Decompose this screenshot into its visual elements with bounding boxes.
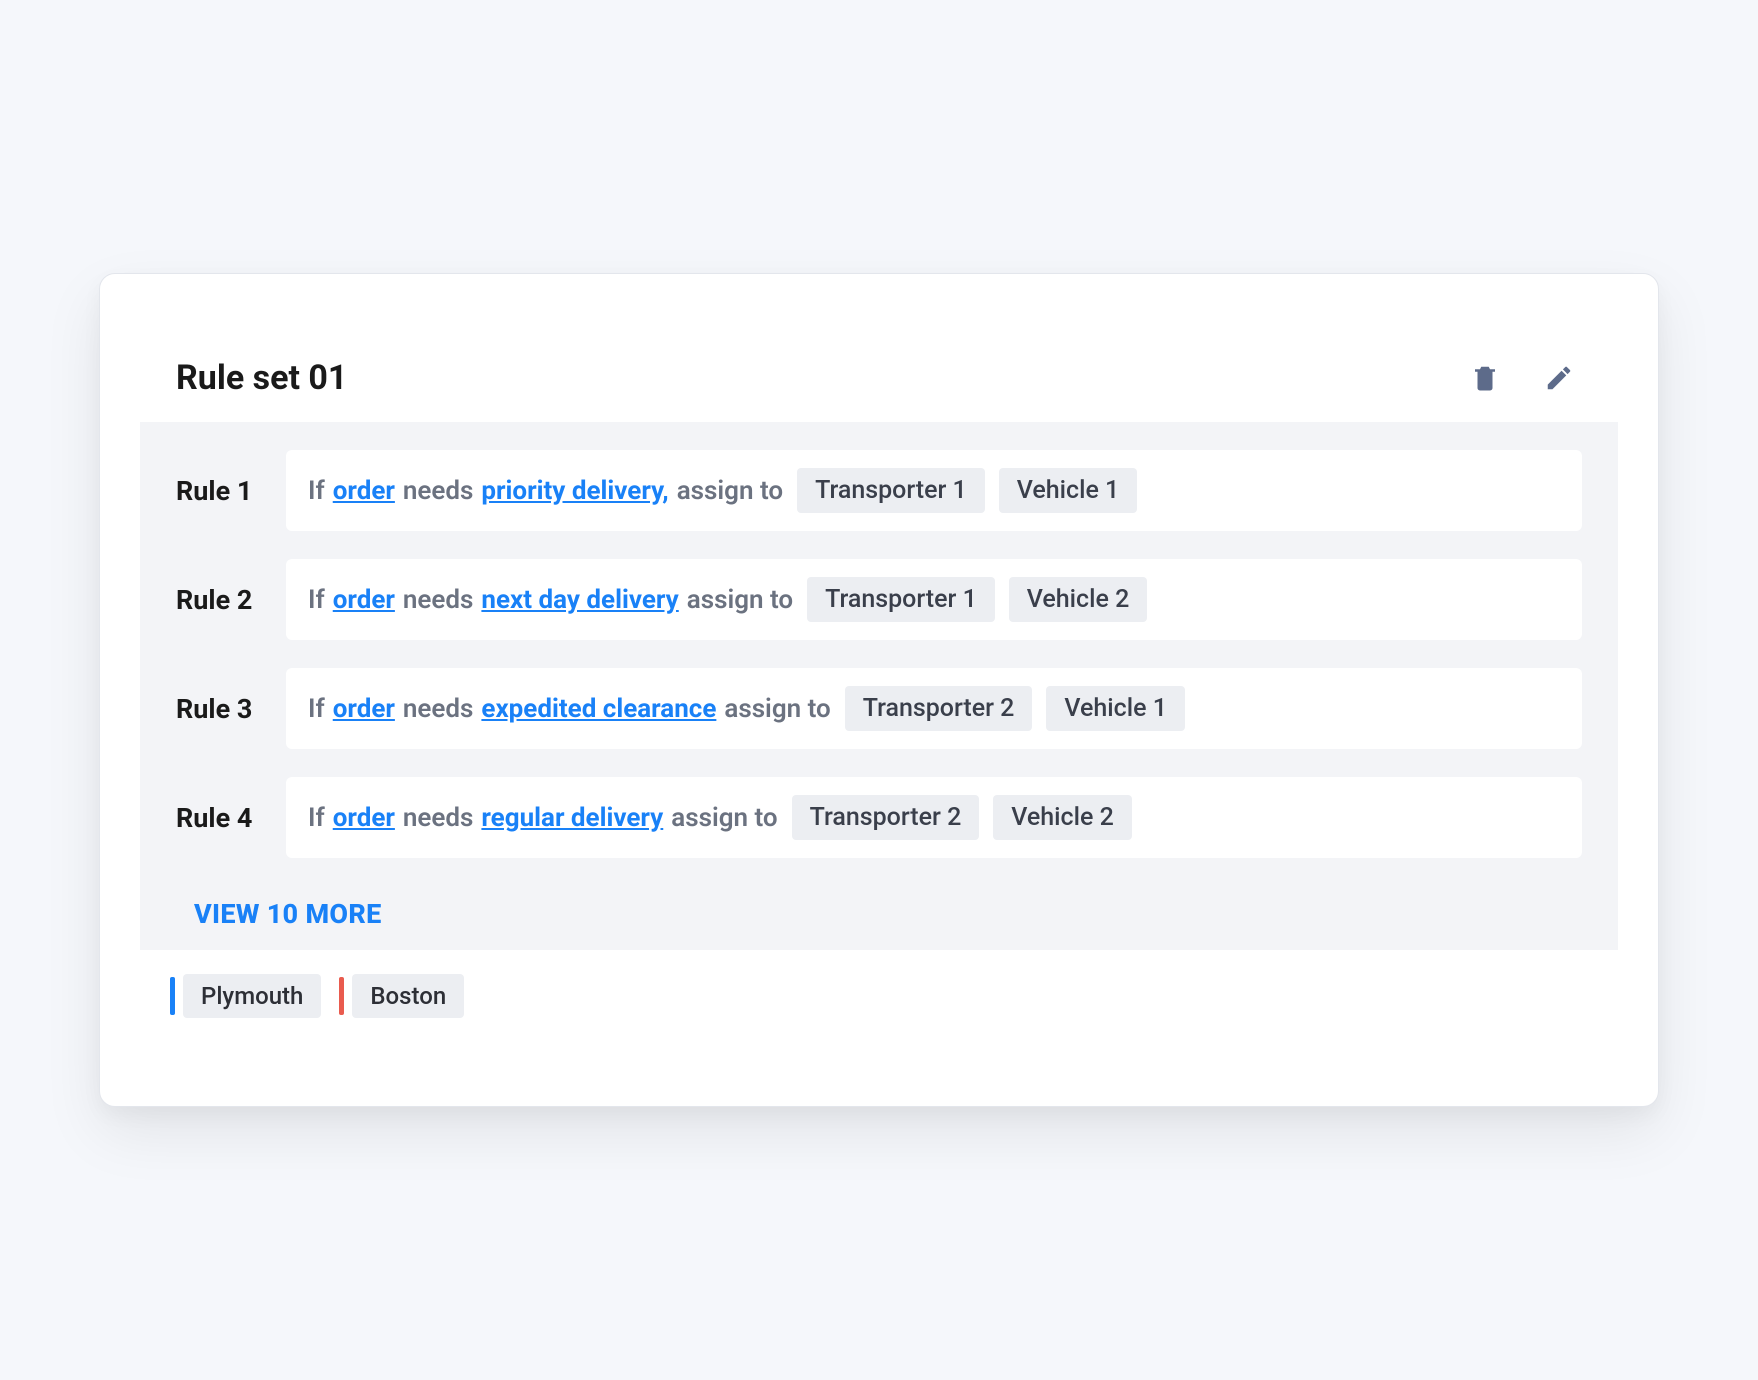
rule-assign: assign to bbox=[724, 694, 830, 724]
card-footer: Plymouth Boston bbox=[140, 950, 1618, 1046]
transporter-chip[interactable]: Transporter 2 bbox=[845, 686, 1033, 731]
rule-needs: needs bbox=[403, 476, 474, 506]
vehicle-chip[interactable]: Vehicle 2 bbox=[993, 795, 1132, 840]
rule-subject-link[interactable]: order bbox=[333, 585, 395, 615]
outer-panel: Rule set 01 Rule 1 If order needs priori… bbox=[99, 273, 1659, 1107]
location-chip[interactable]: Boston bbox=[339, 974, 464, 1018]
rule-assign: assign to bbox=[671, 803, 777, 833]
rule-subject-link[interactable]: order bbox=[333, 803, 395, 833]
rule-row: Rule 1 If order needs priority delivery,… bbox=[176, 450, 1582, 531]
rule-box: If order needs next day delivery assign … bbox=[286, 559, 1582, 640]
rule-assign: assign to bbox=[677, 476, 783, 506]
vehicle-chip[interactable]: Vehicle 2 bbox=[1009, 577, 1148, 622]
rule-row: Rule 4 If order needs regular delivery a… bbox=[176, 777, 1582, 858]
transporter-chip[interactable]: Transporter 2 bbox=[792, 795, 980, 840]
rule-condition-link[interactable]: expedited clearance bbox=[481, 694, 716, 724]
vehicle-chip[interactable]: Vehicle 1 bbox=[999, 468, 1138, 513]
rule-prefix: If bbox=[308, 694, 325, 724]
vehicle-chip[interactable]: Vehicle 1 bbox=[1046, 686, 1185, 731]
rule-set-title: Rule set 01 bbox=[176, 358, 347, 398]
rule-label: Rule 3 bbox=[176, 693, 262, 725]
rule-label: Rule 2 bbox=[176, 584, 262, 616]
rule-condition-link[interactable]: next day delivery bbox=[481, 585, 678, 615]
rule-subject-link[interactable]: order bbox=[333, 476, 395, 506]
location-label: Boston bbox=[352, 974, 464, 1018]
rule-label: Rule 1 bbox=[176, 475, 262, 507]
location-label: Plymouth bbox=[183, 974, 321, 1018]
rule-row: Rule 3 If order needs expedited clearanc… bbox=[176, 668, 1582, 749]
rule-box: If order needs expedited clearance assig… bbox=[286, 668, 1582, 749]
rule-condition-link[interactable]: regular delivery bbox=[481, 803, 663, 833]
rule-subject-link[interactable]: order bbox=[333, 694, 395, 724]
rule-condition-link[interactable]: priority delivery, bbox=[481, 476, 668, 506]
rule-prefix: If bbox=[308, 585, 325, 615]
rule-box: If order needs regular delivery assign t… bbox=[286, 777, 1582, 858]
rule-label: Rule 4 bbox=[176, 802, 262, 834]
rule-set-card: Rule set 01 Rule 1 If order needs priori… bbox=[140, 334, 1618, 1046]
edit-icon[interactable] bbox=[1544, 363, 1574, 393]
transporter-chip[interactable]: Transporter 1 bbox=[807, 577, 995, 622]
rule-box: If order needs priority delivery, assign… bbox=[286, 450, 1582, 531]
trash-icon[interactable] bbox=[1470, 363, 1500, 393]
rule-needs: needs bbox=[403, 694, 474, 724]
header-actions bbox=[1470, 363, 1582, 393]
location-color-bar bbox=[339, 977, 344, 1015]
card-header: Rule set 01 bbox=[140, 334, 1618, 422]
rule-prefix: If bbox=[308, 476, 325, 506]
rules-body: Rule 1 If order needs priority delivery,… bbox=[140, 422, 1618, 950]
location-chip[interactable]: Plymouth bbox=[170, 974, 321, 1018]
transporter-chip[interactable]: Transporter 1 bbox=[797, 468, 985, 513]
rule-assign: assign to bbox=[687, 585, 793, 615]
rule-needs: needs bbox=[403, 803, 474, 833]
rule-row: Rule 2 If order needs next day delivery … bbox=[176, 559, 1582, 640]
location-color-bar bbox=[170, 977, 175, 1015]
rule-needs: needs bbox=[403, 585, 474, 615]
view-more-button[interactable]: VIEW 10 MORE bbox=[176, 886, 382, 930]
rule-prefix: If bbox=[308, 803, 325, 833]
